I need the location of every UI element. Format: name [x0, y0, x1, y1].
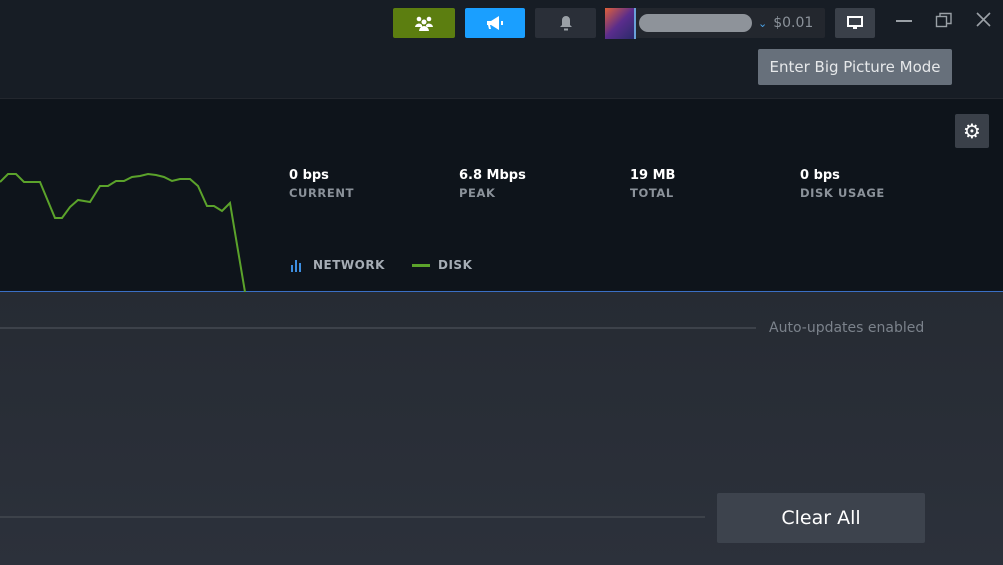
bar-chart-icon [291, 260, 301, 272]
account-menu[interactable]: ⌄ $0.01 [605, 7, 825, 39]
divider [0, 516, 705, 518]
legend-network-label: NETWORK [313, 258, 385, 272]
stat-value: 0 bps [800, 168, 840, 183]
disk-usage-line [0, 172, 246, 292]
tooltip: Enter Big Picture Mode [758, 49, 952, 85]
legend-disk[interactable]: DISK [412, 258, 472, 272]
restore-button[interactable] [935, 12, 953, 28]
monitor-icon [847, 16, 863, 29]
stat-total: 19 MB TOTAL [630, 168, 675, 200]
gear-icon: ⚙ [963, 119, 981, 143]
stat-value: 0 bps [289, 168, 329, 183]
divider [0, 327, 756, 329]
notifications-button[interactable] [535, 8, 596, 38]
bell-icon [559, 16, 572, 31]
friends-button[interactable] [393, 8, 455, 38]
settings-button[interactable]: ⚙ [955, 114, 989, 148]
username-redacted [639, 14, 752, 32]
stat-disk-usage: 0 bps DISK USAGE [800, 168, 885, 200]
stat-label: DISK USAGE [800, 186, 885, 200]
stat-label: PEAK [459, 186, 496, 200]
announcements-button[interactable] [465, 8, 525, 38]
legend-disk-label: DISK [438, 258, 473, 272]
clear-all-button[interactable]: Clear All [717, 493, 925, 543]
wallet-balance: $0.01 [773, 15, 814, 31]
auto-updates-status: Auto-updates enabled [769, 320, 925, 336]
minimize-button[interactable] [896, 20, 912, 22]
stat-label: TOTAL [630, 186, 674, 200]
megaphone-icon [487, 16, 503, 30]
big-picture-button[interactable] [835, 8, 875, 38]
chevron-down-icon: ⌄ [758, 16, 768, 30]
stat-value: 6.8 Mbps [459, 168, 526, 183]
downloads-list: Auto-updates enabled Clear All [0, 292, 1003, 565]
stat-peak: 6.8 Mbps PEAK [459, 168, 526, 200]
legend-network[interactable]: NETWORK [290, 258, 385, 272]
stat-label: CURRENT [289, 186, 355, 200]
close-button[interactable] [976, 12, 991, 27]
stat-current: 0 bps CURRENT [289, 168, 354, 200]
avatar [605, 7, 636, 39]
friends-icon [415, 16, 433, 31]
stat-value: 19 MB [630, 168, 676, 183]
line-icon [412, 263, 430, 267]
